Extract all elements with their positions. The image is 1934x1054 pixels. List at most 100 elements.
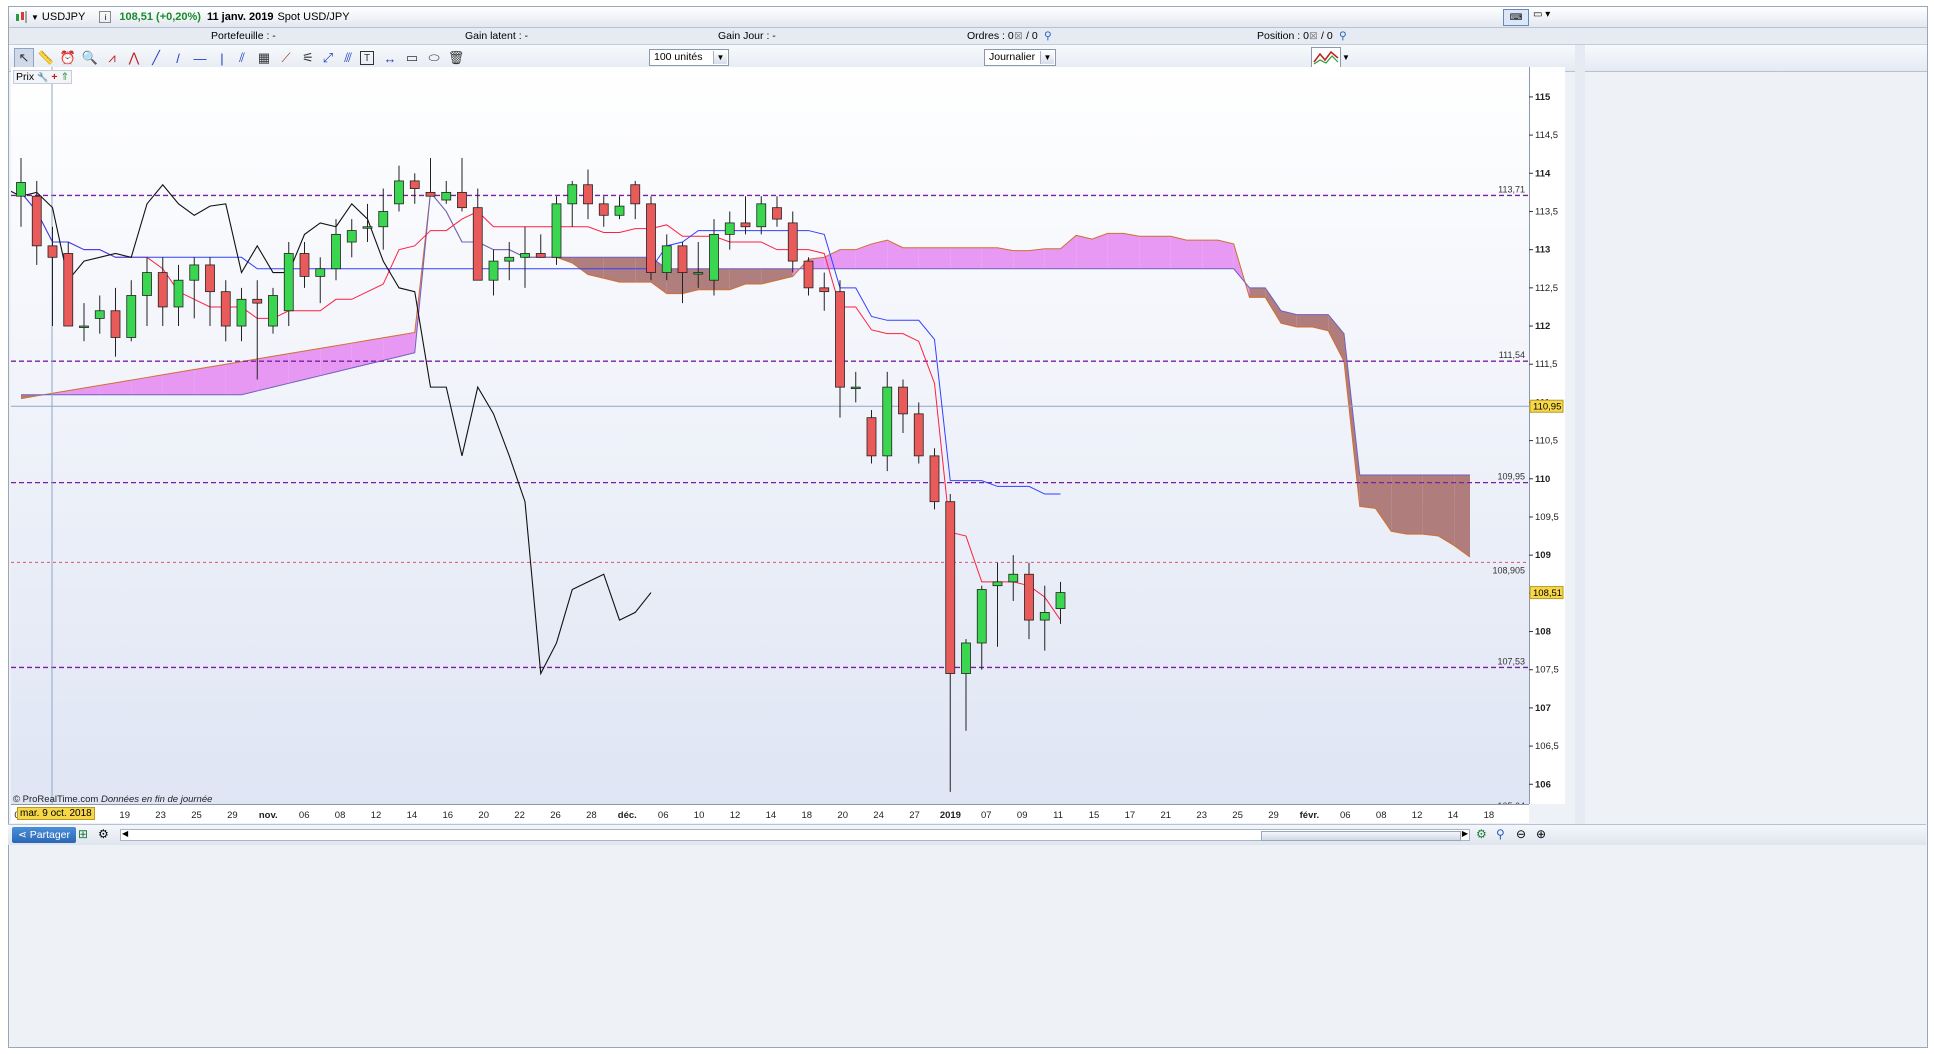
candle-body <box>882 386 893 457</box>
chevron-down-icon[interactable]: ▼ <box>713 51 727 64</box>
rectangle-icon[interactable]: ▭ <box>402 48 422 68</box>
candle-body <box>913 413 924 457</box>
symbol-label[interactable]: USDJPY <box>42 11 85 23</box>
zoom-fit-icon[interactable]: ⚲ <box>1496 827 1505 841</box>
alarm-icon[interactable]: ⏰ <box>58 48 78 68</box>
zoom-icon[interactable]: 🔍 <box>80 48 100 68</box>
chart-canvas[interactable]: 113,71111,54109,95107,53105,64108,905 <box>11 67 1529 804</box>
price-tick-label: 106,5 <box>1535 741 1559 752</box>
parallel-icon[interactable]: ⫻ <box>338 48 358 68</box>
candle-body <box>1008 573 1019 583</box>
price-tick-label: 111,5 <box>1535 359 1557 370</box>
price-tick-label: 109 <box>1535 550 1551 561</box>
price-tick-label: 110 <box>1535 474 1550 485</box>
time-tick-label: 25 <box>191 810 202 821</box>
info-icon[interactable]: i <box>99 11 112 23</box>
vertical-line-icon[interactable]: | <box>212 48 232 68</box>
chevron-down-icon[interactable]: ▼ <box>1040 51 1054 64</box>
kumo-segment <box>1076 235 1092 269</box>
orders-count: / 0 <box>1026 30 1038 42</box>
text-icon[interactable]: T <box>360 51 374 65</box>
unrealized-gain-label: Gain latent : - <box>465 30 529 42</box>
time-axis[interactable]: 0151719232529nov.060812141620222628déc.0… <box>11 804 1529 823</box>
horizontal-scrollbar[interactable]: ◀ ▶ <box>120 829 1470 841</box>
price-tick-label: 106 <box>1535 779 1551 790</box>
level-label: 109,95 <box>1497 472 1525 482</box>
time-tick-label: 12 <box>730 810 741 821</box>
ellipse-icon[interactable]: ⬭ <box>424 48 444 68</box>
price-axis[interactable]: 115114,5114113,5113112,5112111,5111110,5… <box>1529 67 1565 804</box>
scroll-right-icon[interactable]: ▶ <box>1462 829 1468 838</box>
kumo-segment <box>950 247 966 269</box>
add-indicator-icon[interactable]: + <box>51 71 57 83</box>
scroll-left-icon[interactable]: ◀ <box>122 829 128 838</box>
period-select[interactable]: Journalier ▼ <box>984 49 1056 66</box>
position-icon[interactable]: ⊠ <box>1309 30 1318 42</box>
link-icon[interactable]: ⚙ <box>98 827 109 841</box>
kumo-segment <box>1202 240 1218 269</box>
time-tick-label: 06 <box>299 810 310 821</box>
price-tick-label: 108 <box>1535 627 1551 638</box>
level-label: 107,53 <box>1497 656 1525 666</box>
channel-icon[interactable]: ⫽ <box>232 48 252 68</box>
orders-search-icon[interactable]: ⚲ <box>1044 30 1052 42</box>
candle-body <box>772 207 782 220</box>
units-select[interactable]: 100 unités ▼ <box>649 49 729 66</box>
price-tick-label: 113,5 <box>1535 206 1558 217</box>
scrollbar-thumb[interactable] <box>1261 831 1461 841</box>
position-search-icon[interactable]: ⚲ <box>1339 30 1347 42</box>
price-chart[interactable]: 113,71111,54109,95107,53105,64108,905 <box>11 67 1529 804</box>
ruler-icon[interactable]: 📏 <box>36 48 56 68</box>
kumo-segment <box>241 358 258 395</box>
candle-body <box>866 417 877 457</box>
candle-body <box>1039 612 1050 621</box>
kumo-segment <box>210 364 226 395</box>
fibonacci-icon[interactable]: ⩘ <box>102 48 122 68</box>
horizontal-line-icon[interactable]: — <box>190 48 210 68</box>
orders-icon[interactable]: ⊠ <box>1014 30 1023 42</box>
share-label: Partager <box>29 829 71 841</box>
excel-export-icon[interactable]: ⊞ <box>78 827 88 841</box>
trash-icon[interactable]: 🗑 <box>446 48 466 68</box>
zoom-in-icon[interactable]: ⊕ <box>1536 827 1546 841</box>
kumo-segment <box>1029 248 1045 269</box>
pitchfork-icon[interactable]: ⚟ <box>298 48 318 68</box>
share-button[interactable]: ⋖ Partager <box>12 827 77 843</box>
candle-body <box>520 253 530 258</box>
price-panel-tag[interactable]: Prix 🔧 + ⇑ <box>13 70 73 84</box>
kumo-segment <box>1249 287 1266 298</box>
candle-body <box>787 222 798 262</box>
time-tick-label: 06 <box>1340 810 1351 821</box>
wrench-icon[interactable]: 🔧 <box>37 72 48 83</box>
kumo-segment <box>1407 474 1423 535</box>
grid-icon[interactable]: ▦ <box>254 48 274 68</box>
window-controls[interactable]: ▭ ▾ <box>1533 9 1563 24</box>
candle-body <box>551 203 562 258</box>
measure-icon[interactable]: ↔ <box>380 48 400 68</box>
dropdown-arrow-icon[interactable]: ▼ <box>31 13 39 22</box>
chart-type-icon[interactable] <box>15 11 29 23</box>
time-tick-label: 12 <box>371 810 382 821</box>
line-icon[interactable]: / <box>168 48 188 68</box>
time-tick-label: 29 <box>227 810 238 821</box>
arrow-icon[interactable]: ⤢ <box>318 48 338 68</box>
time-tick-label: 18 <box>1484 810 1495 821</box>
time-tick-label: 11 <box>1053 810 1063 821</box>
maximize-icon[interactable]: ⇑ <box>60 71 69 83</box>
pointer-icon[interactable]: ↖ <box>14 48 34 68</box>
candle-body <box>598 203 609 216</box>
level-label: 111,54 <box>1499 350 1525 360</box>
kumo-segment <box>871 240 888 269</box>
keyboard-icon[interactable]: ⌨ <box>1503 9 1529 26</box>
wave-icon[interactable]: ⋀ <box>124 48 144 68</box>
time-tick-label: 17 <box>1125 810 1136 821</box>
candle-body <box>693 272 704 275</box>
chart-style-dropdown-icon[interactable]: ▼ <box>1341 47 1351 68</box>
segment-icon[interactable]: ╱ <box>146 48 166 68</box>
zoom-out-icon[interactable]: ⊖ <box>1516 827 1526 841</box>
kumo-segment <box>903 247 919 269</box>
trend-icon[interactable]: ⟋ <box>276 48 296 68</box>
candle-body <box>740 222 751 228</box>
chart-style-icon[interactable] <box>1311 47 1341 68</box>
chart-settings-icon[interactable]: ⚙ <box>1476 827 1487 841</box>
